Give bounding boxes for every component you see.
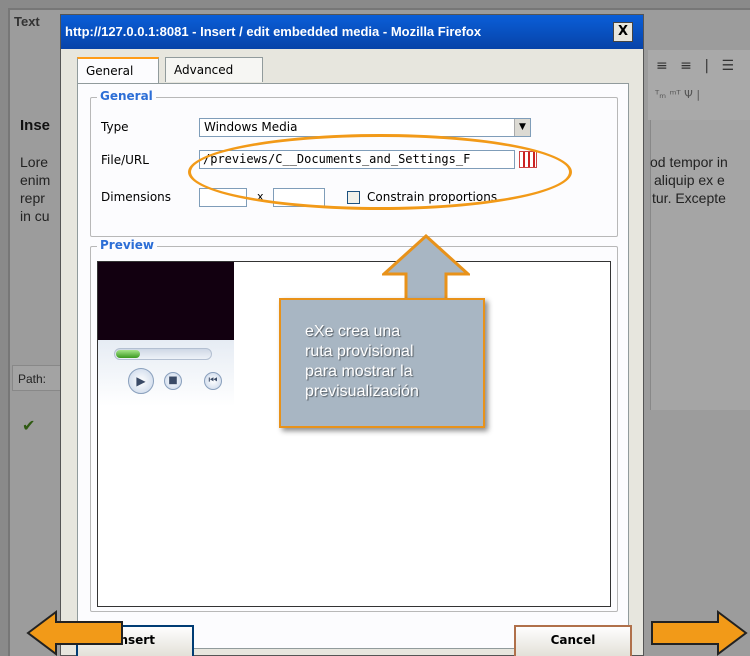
arrow-up-icon (382, 234, 470, 304)
type-select-value: Windows Media (204, 120, 298, 134)
check-icon[interactable]: ✔ (22, 416, 35, 435)
previous-icon[interactable]: ⏮ (204, 372, 222, 390)
stop-icon[interactable]: ■ (164, 372, 182, 390)
path-label: Path: (18, 372, 47, 386)
dimensions-label: Dimensions (101, 190, 172, 204)
tab-general[interactable]: General (77, 57, 159, 84)
editor-title: Text (14, 14, 40, 29)
cancel-button[interactable]: Cancel (514, 625, 632, 656)
editor-line-r1: od tempor in (650, 154, 728, 170)
editor-line-3: repr (20, 190, 45, 206)
seek-thumb[interactable] (116, 350, 140, 358)
general-legend: General (97, 89, 156, 103)
arrow-right-icon[interactable] (650, 610, 748, 656)
annotation-text: eXe crea una ruta provisional para mostr… (305, 322, 419, 402)
editor-line-r3: tur. Excepte (652, 190, 726, 206)
arrow-left-icon[interactable] (26, 610, 124, 656)
dialog-title: http://127.0.0.1:8081 - Insert / edit em… (65, 24, 482, 39)
close-button[interactable]: X (613, 22, 633, 42)
preview-legend: Preview (97, 238, 158, 252)
chevron-down-icon[interactable]: ▼ (514, 119, 530, 136)
annotation-line-3: para mostrar la (305, 363, 413, 380)
type-label: Type (101, 120, 129, 134)
annotation-line-4: previsualización (305, 383, 419, 400)
editor-line-4: in cu (20, 208, 50, 224)
editor-line-1: Lore (20, 154, 49, 170)
url-label: File/URL (101, 153, 149, 167)
media-player-controls: ▶ ■ ⏮ (98, 340, 234, 406)
seek-bar[interactable] (114, 348, 212, 360)
editor-line-r2: aliquip ex e (654, 172, 725, 188)
media-player-screen (98, 262, 234, 340)
tab-advanced[interactable]: Advanced (165, 57, 263, 82)
editor-heading: Inse (20, 117, 51, 134)
highlight-ellipse (188, 134, 572, 210)
format-icons: ᵀₘ ᵐᵀ Ψ | (655, 88, 701, 101)
dialog-titlebar[interactable]: http://127.0.0.1:8081 - Insert / edit em… (61, 15, 643, 49)
play-icon[interactable]: ▶ (128, 368, 154, 394)
annotation-line-2: ruta provisional (305, 343, 414, 360)
align-icons: ≡ ≡ | ☰ (656, 58, 739, 74)
editor-line-2: enim (20, 172, 51, 188)
annotation-line-1: eXe crea una (305, 323, 401, 340)
